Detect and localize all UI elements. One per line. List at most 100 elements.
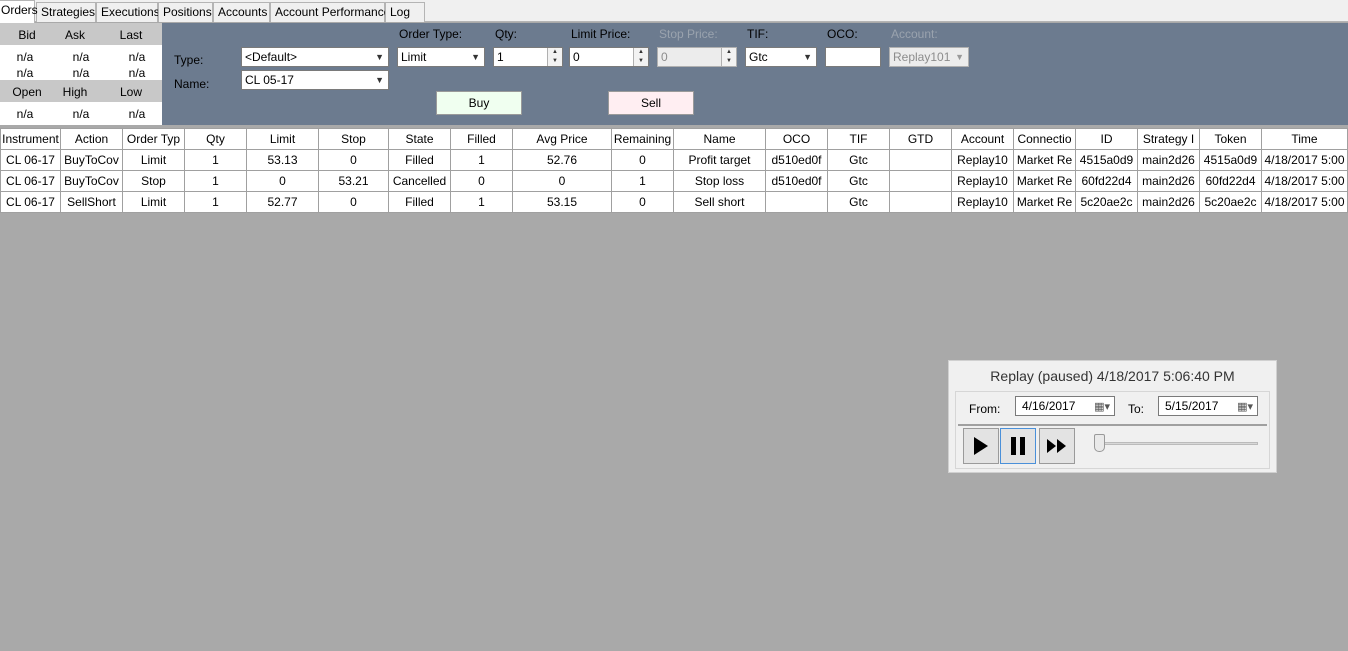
playback-strip [958, 424, 1267, 466]
play-button[interactable] [963, 428, 999, 464]
table-row[interactable]: CL 06-17 SellShort Limit 1 52.77 0 Filled 1 53.1… [0, 191, 1348, 213]
column-header[interactable]: Connectio [1013, 128, 1076, 150]
column-header[interactable]: Qty [184, 128, 247, 150]
speed-slider-thumb[interactable] [1094, 434, 1105, 452]
table-cell: BuyToCov [60, 149, 123, 171]
tab-positions[interactable]: Positions [158, 2, 213, 22]
table-cell: 1 [611, 170, 674, 192]
table-cell: CL 06-17 [0, 170, 61, 192]
table-cell: Gtc [827, 170, 890, 192]
fast-forward-button[interactable] [1039, 428, 1075, 464]
table-cell: Replay10 [951, 191, 1014, 213]
table-cell: 5c20ae2c [1199, 191, 1262, 213]
table-cell: d510ed0f [765, 149, 828, 171]
last-header: Last [119, 28, 143, 42]
play-icon [974, 437, 988, 455]
tab-accounts[interactable]: Accounts [213, 2, 270, 22]
chevron-down-icon: ▼ [375, 75, 384, 85]
table-cell: Limit [122, 191, 185, 213]
high-header: High [62, 85, 88, 99]
column-header[interactable]: Time [1261, 128, 1348, 150]
calendar-icon: ▦▾ [1237, 401, 1253, 413]
table-cell: Limit [122, 149, 185, 171]
sell-button[interactable]: Sell [608, 91, 694, 115]
limit-price-stepper[interactable]: ▲ ▼ [633, 48, 648, 66]
qty-input[interactable]: 1 ▲ ▼ [493, 47, 563, 67]
column-header[interactable]: Limit [246, 128, 319, 150]
chevron-down-icon: ▼ [375, 52, 384, 62]
table-cell: Gtc [827, 191, 890, 213]
from-date-picker[interactable]: 4/16/2017 ▦▾ [1015, 396, 1115, 416]
column-header[interactable]: GTD [889, 128, 952, 150]
table-header-row: Instrument Action Order Typ Qty Limit St… [0, 128, 1348, 150]
table-cell: 52.76 [512, 149, 612, 171]
table-cell: 4515a0d9 [1199, 149, 1262, 171]
column-header[interactable]: Account [951, 128, 1014, 150]
tab-executions[interactable]: Executions [96, 2, 160, 22]
tif-label: TIF: [747, 27, 769, 41]
table-cell: CL 06-17 [0, 149, 61, 171]
column-header[interactable]: TIF [827, 128, 890, 150]
table-row[interactable]: CL 06-17 BuyToCov Stop 1 0 53.21 Cancelled 0 0 1 S… [0, 170, 1348, 192]
table-cell: 52.77 [246, 191, 319, 213]
table-cell: 1 [450, 149, 513, 171]
table-cell: 53.15 [512, 191, 612, 213]
tif-select[interactable]: Gtc ▼ [745, 47, 817, 67]
table-row[interactable]: CL 06-17 BuyToCov Limit 1 53.13 0 Filled 1 52.76… [0, 149, 1348, 171]
table-cell: CL 06-17 [0, 191, 61, 213]
quote-header-bid-ask-last: Bid Ask Last [0, 23, 162, 45]
ask-value-2: n/a [72, 66, 90, 80]
column-header[interactable]: Stop [318, 128, 389, 150]
column-header[interactable]: Avg Price [512, 128, 612, 150]
tab-log[interactable]: Log [385, 2, 425, 22]
last-value-2: n/a [128, 66, 146, 80]
buy-button[interactable]: Buy [436, 91, 522, 115]
table-cell: 1 [184, 149, 247, 171]
table-cell: Market Re [1013, 149, 1076, 171]
pause-button[interactable] [1000, 428, 1036, 464]
column-header[interactable]: Filled [450, 128, 513, 150]
column-header[interactable]: OCO [765, 128, 828, 150]
column-header[interactable]: Token [1199, 128, 1262, 150]
table-cell: main2d26 [1137, 191, 1200, 213]
column-header[interactable]: ID [1075, 128, 1138, 150]
oco-input[interactable] [825, 47, 881, 67]
column-header[interactable]: Action [60, 128, 123, 150]
table-cell: 53.13 [246, 149, 319, 171]
open-header: Open [12, 85, 42, 99]
chevron-down-icon: ▼ [955, 52, 964, 62]
chevron-down-icon: ▼ [803, 52, 812, 62]
table-cell: 4/18/2017 5:00 [1261, 149, 1348, 171]
table-cell: BuyToCov [60, 170, 123, 192]
type-select[interactable]: <Default> ▼ [241, 47, 389, 67]
qty-stepper[interactable]: ▲ ▼ [547, 48, 562, 66]
column-header[interactable]: Remaining [611, 128, 674, 150]
stop-price-stepper: ▲ ▼ [721, 48, 736, 66]
name-select[interactable]: CL 05-17 ▼ [241, 70, 389, 90]
order-type-label: Order Type: [399, 27, 463, 41]
table-cell: Market Re [1013, 170, 1076, 192]
column-header[interactable]: State [388, 128, 451, 150]
table-cell: main2d26 [1137, 170, 1200, 192]
account-label: Account: [891, 27, 938, 41]
high-value: n/a [72, 107, 90, 121]
column-header[interactable]: Name [673, 128, 766, 150]
tab-account-performance[interactable]: Account Performance [270, 2, 390, 22]
tab-strategies[interactable]: Strategies [36, 2, 96, 22]
table-cell: Replay10 [951, 170, 1014, 192]
tab-orders[interactable]: Orders [0, 0, 38, 23]
column-header[interactable]: Order Typ [122, 128, 185, 150]
quote-panel: Bid Ask Last n/a n/a n/a n/a n/a n/a Ope… [0, 23, 162, 125]
table-cell: Filled [388, 191, 451, 213]
low-header: Low [119, 85, 142, 99]
table-cell: main2d26 [1137, 149, 1200, 171]
calendar-icon: ▦▾ [1094, 401, 1110, 413]
table-cell: Stop loss [673, 170, 766, 192]
replay-controls: From: 4/16/2017 ▦▾ To: 5/15/2017 ▦▾ [955, 391, 1270, 469]
order-type-select[interactable]: Limit ▼ [397, 47, 485, 67]
to-date-picker[interactable]: 5/15/2017 ▦▾ [1158, 396, 1258, 416]
speed-slider-track[interactable] [1098, 442, 1258, 445]
column-header[interactable]: Strategy I [1137, 128, 1200, 150]
limit-price-input[interactable]: 0 ▲ ▼ [569, 47, 649, 67]
column-header[interactable]: Instrument [0, 128, 61, 150]
